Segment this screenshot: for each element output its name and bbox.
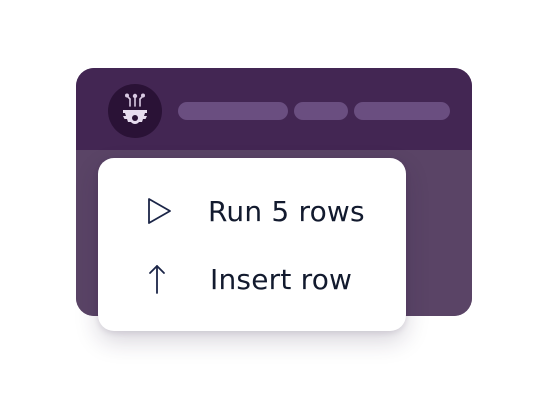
tab-placeholder-bar: [354, 102, 450, 120]
run-rows-label: Run 5 rows: [208, 195, 365, 228]
insert-row-menu-item[interactable]: Insert row: [98, 250, 406, 310]
window-header: [76, 68, 472, 150]
gear-chip-icon: [123, 93, 147, 124]
tab-placeholder-bar: [294, 102, 348, 120]
canvas: Run 5 rows Insert row: [0, 0, 550, 400]
arrow-up-icon: [142, 262, 176, 296]
run-rows-menu-item[interactable]: Run 5 rows: [98, 182, 406, 242]
title-placeholder-bar: [178, 102, 288, 120]
app-logo[interactable]: [108, 84, 162, 138]
context-menu: Run 5 rows Insert row: [98, 158, 406, 331]
play-icon: [142, 194, 176, 228]
insert-row-label: Insert row: [210, 263, 353, 296]
